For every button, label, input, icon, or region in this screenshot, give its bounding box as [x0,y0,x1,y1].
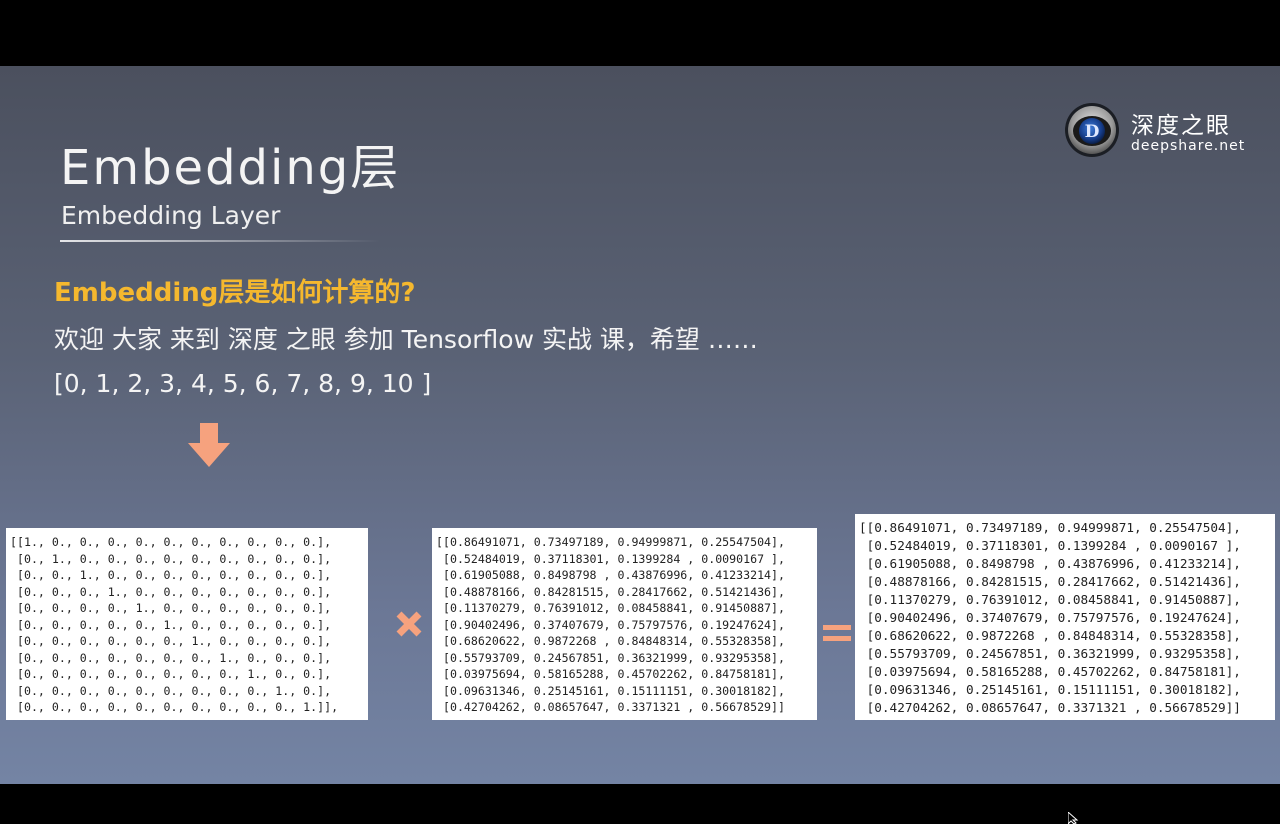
down-arrow-icon [188,423,230,467]
question-heading: Embedding层是如何计算的? [54,278,416,308]
deepshare-logo-icon: D [1065,103,1119,157]
brand-name: 深度之眼 [1131,113,1231,139]
weight-row: [0.52484019, 0.37118301, 0.1399284 , 0.0… [436,551,786,566]
multiply-icon [396,611,422,637]
mouse-cursor-icon [1068,812,1079,824]
letterbox-bottom [0,784,1280,824]
result-row: [0.55793709, 0.24567851, 0.36321999, 0.9… [859,646,1241,661]
result-row: [0.03975694, 0.58165288, 0.45702262, 0.8… [859,664,1241,679]
logo-letter: D [1085,122,1100,142]
result-row: [0.90402496, 0.37407679, 0.75797576, 0.1… [859,610,1241,625]
weight-row: [0.42704262, 0.08657647, 0.3371321 , 0.5… [436,700,786,714]
slide-title: Embedding层 [60,140,401,196]
token-indices: [0, 1, 2, 3, 4, 5, 6, 7, 8, 9, 10 ] [54,369,432,398]
letterbox-top [0,0,1280,66]
weight-row: [0.09631346, 0.25145161, 0.15111151, 0.3… [436,683,786,698]
onehot-row: [[1., 0., 0., 0., 0., 0., 0., 0., 0., 0.… [10,535,332,549]
weight-row: [0.48878166, 0.84281515, 0.28417662, 0.5… [436,584,786,599]
brand-url: deepshare.net [1131,138,1246,154]
slide-subtitle: Embedding Layer [61,201,281,230]
onehot-row: [0., 0., 0., 0., 0., 0., 0., 0., 1., 0.,… [10,667,332,681]
onehot-row: [0., 0., 0., 0., 0., 0., 0., 0., 0., 0.,… [10,700,339,714]
result-row: [0.09631346, 0.25145161, 0.15111151, 0.3… [859,682,1241,697]
example-sentence: 欢迎 大家 来到 深度 之眼 参加 Tensorflow 实战 课，希望 …… [54,325,758,354]
weight-row: [0.11370279, 0.76391012, 0.08458841, 0.9… [436,601,786,615]
result-row: [0.52484019, 0.37118301, 0.1399284 , 0.0… [859,538,1241,553]
result-row: [0.11370279, 0.76391012, 0.08458841, 0.9… [859,592,1241,607]
subtitle-underline [60,240,380,242]
slide: Embedding层 Embedding Layer D 深度之眼 deepsh… [0,66,1280,784]
onehot-row: [0., 0., 0., 0., 0., 0., 1., 0., 0., 0.,… [10,634,332,648]
weight-row: [0.68620622, 0.9872268 , 0.84848314, 0.5… [436,634,786,648]
onehot-matrix: [[1., 0., 0., 0., 0., 0., 0., 0., 0., 0.… [6,528,368,720]
onehot-row: [0., 0., 0., 0., 0., 0., 0., 0., 0., 1.,… [10,683,332,698]
onehot-row: [0., 0., 0., 1., 0., 0., 0., 0., 0., 0.,… [10,584,332,599]
onehot-row: [0., 0., 1., 0., 0., 0., 0., 0., 0., 0.,… [10,568,332,582]
weight-row: [0.03975694, 0.58165288, 0.45702262, 0.8… [436,667,786,681]
result-row: [0.61905088, 0.8498798 , 0.43876996, 0.4… [859,556,1241,571]
weight-row: [0.61905088, 0.8498798 , 0.43876996, 0.4… [436,568,786,582]
onehot-row: [0., 0., 0., 0., 0., 1., 0., 0., 0., 0.,… [10,617,332,632]
onehot-row: [0., 1., 0., 0., 0., 0., 0., 0., 0., 0.,… [10,551,332,566]
result-row: [0.42704262, 0.08657647, 0.3371321 , 0.5… [859,700,1241,715]
onehot-row: [0., 0., 0., 0., 1., 0., 0., 0., 0., 0.,… [10,601,332,615]
result-row: [0.68620622, 0.9872268 , 0.84848314, 0.5… [859,628,1241,643]
result-matrix: [[0.86491071, 0.73497189, 0.94999871, 0.… [855,514,1275,720]
result-row: [0.48878166, 0.84281515, 0.28417662, 0.5… [859,574,1241,589]
weight-row: [[0.86491071, 0.73497189, 0.94999871, 0.… [436,535,786,549]
onehot-row: [0., 0., 0., 0., 0., 0., 0., 1., 0., 0.,… [10,650,332,665]
weight-row: [0.55793709, 0.24567851, 0.36321999, 0.9… [436,650,786,665]
embedding-weight-matrix: [[0.86491071, 0.73497189, 0.94999871, 0.… [432,528,817,720]
result-row: [[0.86491071, 0.73497189, 0.94999871, 0.… [859,520,1241,535]
equals-icon [823,625,851,641]
weight-row: [0.90402496, 0.37407679, 0.75797576, 0.1… [436,617,786,632]
